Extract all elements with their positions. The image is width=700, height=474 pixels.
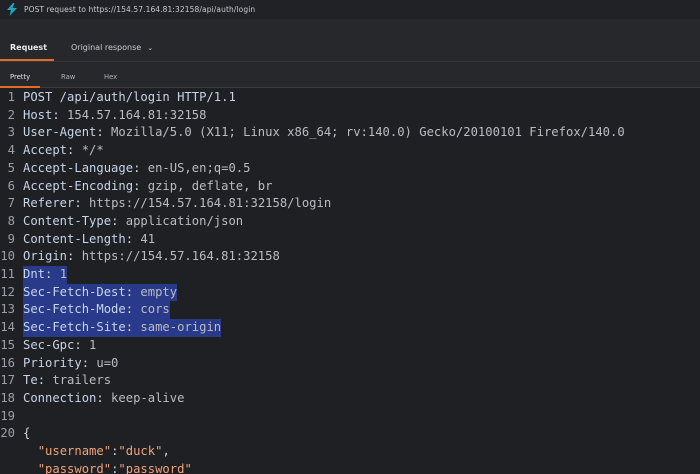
request-editor[interactable]: 1 POST /api/auth/login HTTP/1.1 2 Host: 15…: [0, 88, 700, 474]
line-number: 11: [0, 267, 15, 281]
header-name: Te: [23, 373, 38, 388]
header-value: 1: [52, 267, 68, 281]
line-number: 7: [7, 196, 15, 211]
header-name: Content-Length: [23, 231, 126, 246]
header-name: Priority: [23, 355, 82, 370]
subtab-pretty[interactable]: Pretty: [10, 73, 30, 81]
line-number: 14: [0, 320, 15, 335]
line-number: 12: [0, 284, 15, 299]
line-number: 15: [0, 337, 15, 352]
tab-original-response[interactable]: Original response ⌄: [71, 43, 153, 52]
header-name: Accept-Language: [23, 160, 134, 175]
header-value: en-US,en;q=0.5: [140, 160, 251, 175]
header-name: Sec-Fetch-Mode: [23, 302, 126, 317]
header-value: same-origin: [133, 320, 222, 335]
tab-bar: Request Original response ⌄: [0, 19, 700, 61]
header-name: Content-Type: [23, 213, 112, 228]
header-name: Host: [23, 107, 53, 122]
header-value: */*: [74, 143, 104, 158]
tab-original-response-label: Original response: [71, 43, 142, 52]
header-name: Dnt: [23, 267, 46, 281]
header-name: Referer: [23, 196, 75, 211]
subtab-hex[interactable]: Hex: [104, 73, 117, 81]
header-name: Origin: [23, 249, 68, 264]
line-number: 4: [7, 143, 15, 158]
header-value: cors: [133, 302, 170, 317]
header-name: Accept: [23, 143, 68, 158]
header-name: User-Agent: [23, 125, 97, 140]
line-number: 1: [7, 90, 15, 104]
json-value-password: "password": [118, 461, 192, 474]
header-value: Mozilla/5.0 (X11; Linux x86_64; rv:140.0…: [103, 125, 625, 140]
chevron-down-icon: ⌄: [147, 44, 154, 52]
header-value: application/json: [118, 213, 244, 228]
header-value: 1: [81, 337, 97, 352]
line-number: 13: [0, 302, 15, 317]
header-value: trailers: [45, 373, 112, 388]
line-number: 5: [7, 160, 15, 175]
lightning-icon: [5, 3, 18, 16]
header-value: u=0: [89, 355, 119, 370]
header-name: Sec-Fetch-Site: [23, 320, 126, 335]
request-line: POST /api/auth/login HTTP/1.1: [23, 90, 236, 104]
json-key-username: "username": [37, 444, 112, 458]
header-name: Accept-Encoding: [23, 178, 134, 193]
line-number: 9: [7, 231, 15, 246]
header-value: gzip, deflate, br: [140, 178, 273, 193]
line-number: 3: [7, 125, 15, 140]
header-value: 41: [133, 231, 156, 246]
line-number: 16: [0, 355, 15, 370]
header-value: https://154.57.164.81:32158: [74, 249, 280, 264]
view-mode-tabs: Pretty Raw Hex: [0, 61, 700, 88]
json-open-brace: {: [23, 426, 31, 441]
line-number: 8: [7, 213, 15, 228]
line-number: 19: [0, 408, 15, 423]
line-number: 17: [0, 373, 15, 388]
json-key-password: "password": [37, 461, 112, 474]
line-number: 6: [7, 178, 15, 193]
line-number: 10: [0, 249, 15, 264]
header-value: empty: [133, 284, 178, 299]
tab-request[interactable]: Request: [10, 43, 47, 52]
header-value: keep-alive: [103, 390, 185, 405]
line-number: 2: [7, 107, 15, 122]
line-number: 20: [0, 426, 15, 441]
header-name: Sec-Gpc: [23, 337, 75, 352]
window-title: POST request to https://154.57.164.81:32…: [24, 5, 256, 14]
json-value-username: "duck": [118, 444, 163, 458]
header-value: 154.57.164.81:32158: [59, 107, 207, 122]
line-number: 18: [0, 390, 15, 405]
header-name: Connection: [23, 390, 97, 405]
header-name: Sec-Fetch-Dest: [23, 284, 126, 299]
header-value: https://154.57.164.81:32158/login: [81, 196, 332, 211]
title-bar: POST request to https://154.57.164.81:32…: [0, 0, 700, 19]
subtab-raw[interactable]: Raw: [61, 73, 75, 81]
